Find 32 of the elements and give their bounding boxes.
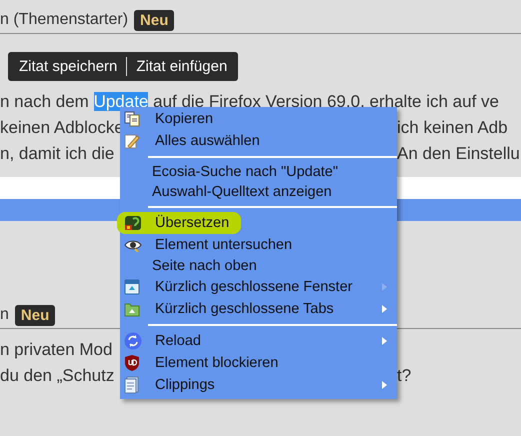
menu-item[interactable]: Ecosia-Suche nach "Update"	[120, 162, 397, 182]
post-text: n privaten Mod	[0, 340, 112, 360]
menu-item[interactable]: Seite nach oben	[120, 256, 397, 276]
new-badge: Neu	[14, 304, 56, 326]
menu-item[interactable]: Element blockieren	[120, 352, 397, 374]
clippings-icon	[124, 376, 140, 394]
menu-item[interactable]: Reload	[120, 330, 397, 352]
post-text: An den Einstellu	[397, 144, 520, 164]
window-icon	[124, 279, 140, 295]
copy-icon	[124, 111, 140, 127]
author-name[interactable]: n (Themenstarter)	[0, 11, 128, 29]
toolbar-button[interactable]: Zitat speichern	[10, 58, 126, 75]
shield-icon	[124, 354, 140, 372]
menu-item[interactable]: Auswahl-Quelltext anzeigen	[120, 182, 397, 202]
notepad-pencil-icon	[124, 133, 140, 149]
post-text: ich keinen Adb	[397, 118, 508, 138]
highlighter-mark: Übersetzen	[117, 212, 242, 234]
new-badge: Neu	[134, 10, 174, 30]
author-name[interactable]: n	[0, 306, 9, 324]
folder-icon	[124, 301, 140, 317]
post-text: n, damit ich die	[0, 144, 114, 164]
post-text: t?	[397, 366, 412, 386]
menu-item[interactable]: Übersetzen	[120, 212, 397, 234]
toolbar-button[interactable]: Zitat einfügen	[127, 58, 236, 75]
menu-item[interactable]: Element untersuchen	[120, 234, 397, 256]
post-text: du den „Schutz	[0, 366, 114, 386]
menu-item[interactable]: Clippings	[120, 374, 397, 396]
eye-icon	[124, 238, 142, 252]
menu-item[interactable]: Kürzlich geschlossene Fenster	[120, 276, 397, 298]
reload-icon	[124, 332, 142, 350]
translate-icon	[124, 215, 142, 231]
menu-item[interactable]: Kürzlich geschlossene Tabs	[120, 298, 397, 320]
